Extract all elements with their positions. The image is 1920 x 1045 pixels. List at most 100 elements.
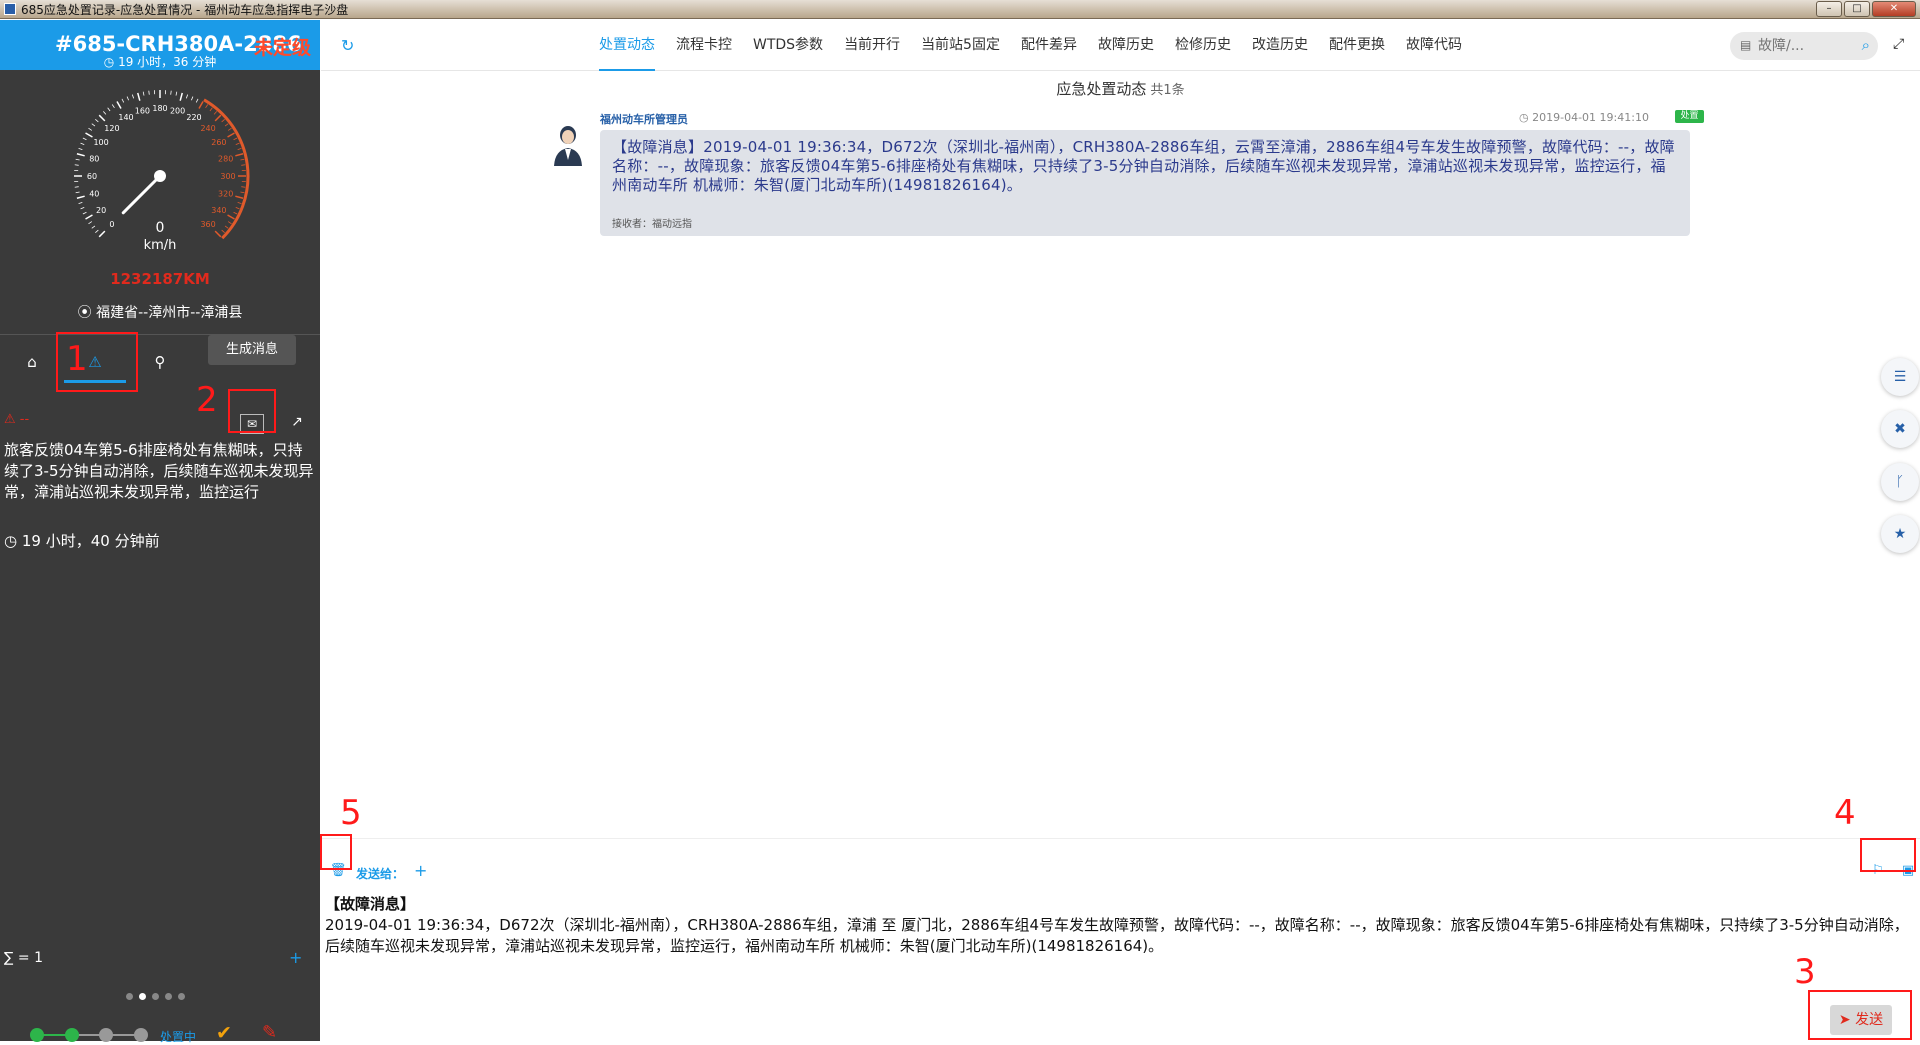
trend-chart-icon[interactable]: ↗ — [288, 414, 306, 434]
annotation-box-3 — [1808, 990, 1912, 1040]
tab-3[interactable]: 当前开行 — [844, 20, 900, 71]
branch-icon[interactable]: ᚴ — [1881, 463, 1919, 501]
clock-icon: ◷ — [104, 55, 118, 69]
compose-title[interactable]: 【故障消息】 — [325, 893, 415, 914]
redline-arc — [204, 100, 248, 238]
app-icon — [4, 3, 16, 15]
message-text: 【故障消息】2019-04-01 19:36:34，D672次（深圳北-福州南）… — [612, 138, 1680, 195]
gauge-tick — [77, 196, 85, 198]
gauge-tick — [196, 99, 198, 103]
gauge-tick — [222, 230, 225, 233]
annotation-number-4: 4 — [1834, 796, 1856, 830]
tab-8[interactable]: 改造历史 — [1252, 20, 1308, 71]
add-recipient-button[interactable]: + — [414, 861, 427, 880]
gauge-tick-label: 160 — [135, 106, 150, 115]
gauge-tick — [108, 108, 110, 111]
add-icon[interactable]: + — [289, 948, 302, 967]
fault-time: ◷ 19 小时，40 分钟前 — [4, 530, 160, 551]
tools-icon[interactable]: ✖ — [1881, 410, 1919, 448]
gauge-tick-label: 340 — [211, 206, 226, 215]
gauge-tick — [122, 99, 124, 103]
gauge-tick — [225, 124, 228, 126]
gauge-tick — [235, 196, 243, 198]
tab-7[interactable]: 检修历史 — [1175, 20, 1231, 71]
annotation-number-1: 1 — [66, 342, 88, 376]
gauge-tick-label: 120 — [104, 124, 119, 133]
gauge-tick — [81, 207, 85, 209]
gauge-tick — [112, 104, 114, 107]
compose-body[interactable]: 2019-04-01 19:36:34，D672次（深圳北-福州南），CRH38… — [325, 915, 1915, 957]
gauge-tick — [180, 93, 182, 101]
tab-6[interactable]: 故障历史 — [1098, 20, 1154, 71]
speed-unit: km/h — [144, 238, 177, 253]
tab-2[interactable]: WTDS参数 — [753, 20, 823, 71]
gauge-tick-label: 360 — [200, 220, 215, 229]
gauge-tick — [75, 165, 79, 166]
refresh-icon[interactable]: ↻ — [341, 36, 354, 55]
gauge-tick — [95, 119, 98, 122]
gauge-tick — [228, 215, 235, 219]
tab-4[interactable]: 当前站5固定 — [921, 20, 1000, 71]
gauge-tick — [76, 192, 80, 193]
star-icon[interactable]: ★ — [1881, 515, 1919, 553]
gauge-tick — [210, 108, 212, 111]
message-recipient: 接收者：福动远指 — [612, 215, 692, 230]
elapsed-time: ◷ 19 小时，36 分钟 — [0, 53, 320, 70]
location-text: 福建省--漳州市--漳浦县 — [96, 305, 242, 321]
page-dot[interactable] — [178, 993, 185, 1000]
tab-0[interactable]: 处置动态 — [599, 20, 655, 71]
fullscreen-icon[interactable]: ⤢ — [1893, 36, 1904, 52]
tab-10[interactable]: 故障代码 — [1406, 20, 1462, 71]
page-dots — [126, 993, 185, 1000]
search-input[interactable] — [1758, 36, 1848, 56]
gauge-tick-label: 180 — [152, 104, 167, 113]
maximize-button[interactable]: □ — [1844, 1, 1870, 17]
page-dot[interactable] — [165, 993, 172, 1000]
org-chart-tab-icon[interactable]: ⚲ — [140, 353, 180, 383]
annotation-box-2 — [228, 389, 276, 433]
list-icon[interactable]: ☰ — [1881, 358, 1919, 396]
progress-step — [65, 1028, 79, 1042]
message-time: ◷ 2019-04-01 19:41:10 — [1519, 111, 1649, 124]
location-pin-icon: ⦿ — [78, 305, 96, 321]
tab-5[interactable]: 配件差异 — [1021, 20, 1077, 71]
gauge-tick-label: 0 — [109, 220, 114, 229]
location: ⦿ 福建省--漳州市--漳浦县 — [0, 302, 320, 322]
message-time-text: 2019-04-01 19:41:10 — [1532, 111, 1649, 124]
close-window-button[interactable]: ✕ — [1872, 1, 1916, 17]
speedometer-dial: 0204060801001201401601802002202402602803… — [60, 76, 260, 276]
gauge-tick — [79, 202, 83, 203]
feed-title: 应急处置动态共1条 — [321, 78, 1920, 99]
gauge-tick — [86, 133, 93, 137]
gauge-tick — [228, 222, 231, 224]
tab-1[interactable]: 流程卡控 — [676, 20, 732, 71]
gauge-tick — [77, 154, 85, 156]
gauge-tick — [99, 231, 105, 237]
gauge-tick — [238, 202, 242, 203]
left-panel: #685-CRH380A-2886 未定级 ◷ 19 小时，36 分钟 0204… — [0, 20, 320, 1041]
compose-area: 🗑 发送给： + ⚐ ▣ 【故障消息】 2019-04-01 19:36:34，… — [321, 838, 1920, 1041]
message-bubble: 【故障消息】2019-04-01 19:36:34，D672次（深圳北-福州南）… — [600, 130, 1690, 236]
tab-9[interactable]: 配件更换 — [1329, 20, 1385, 71]
gauge-tick — [95, 230, 98, 233]
minimize-button[interactable]: – — [1816, 1, 1842, 17]
page-dot[interactable] — [126, 993, 133, 1000]
page-dot-active[interactable] — [139, 993, 146, 1000]
paperclip-icon[interactable]: ✎ — [262, 1022, 277, 1043]
gauge-tick-label: 240 — [200, 124, 215, 133]
gauge-tick — [215, 115, 221, 121]
home-tab-icon[interactable]: ⌂ — [12, 353, 52, 383]
page-dot[interactable] — [152, 993, 159, 1000]
speedometer: 0204060801001201401601802002202402602803… — [60, 76, 260, 276]
gauge-tick — [88, 128, 91, 130]
gauge-tick — [236, 143, 240, 145]
search-icon[interactable]: ⌕ — [1862, 36, 1870, 54]
gauge-tick-label: 80 — [89, 154, 99, 163]
gauge-tick — [240, 192, 244, 193]
gauge-tick — [76, 159, 80, 160]
gauge-tick — [228, 133, 235, 137]
gauge-tick — [149, 91, 150, 95]
gauge-tick — [171, 91, 172, 95]
progress-step — [30, 1028, 44, 1042]
avatar — [553, 124, 583, 166]
